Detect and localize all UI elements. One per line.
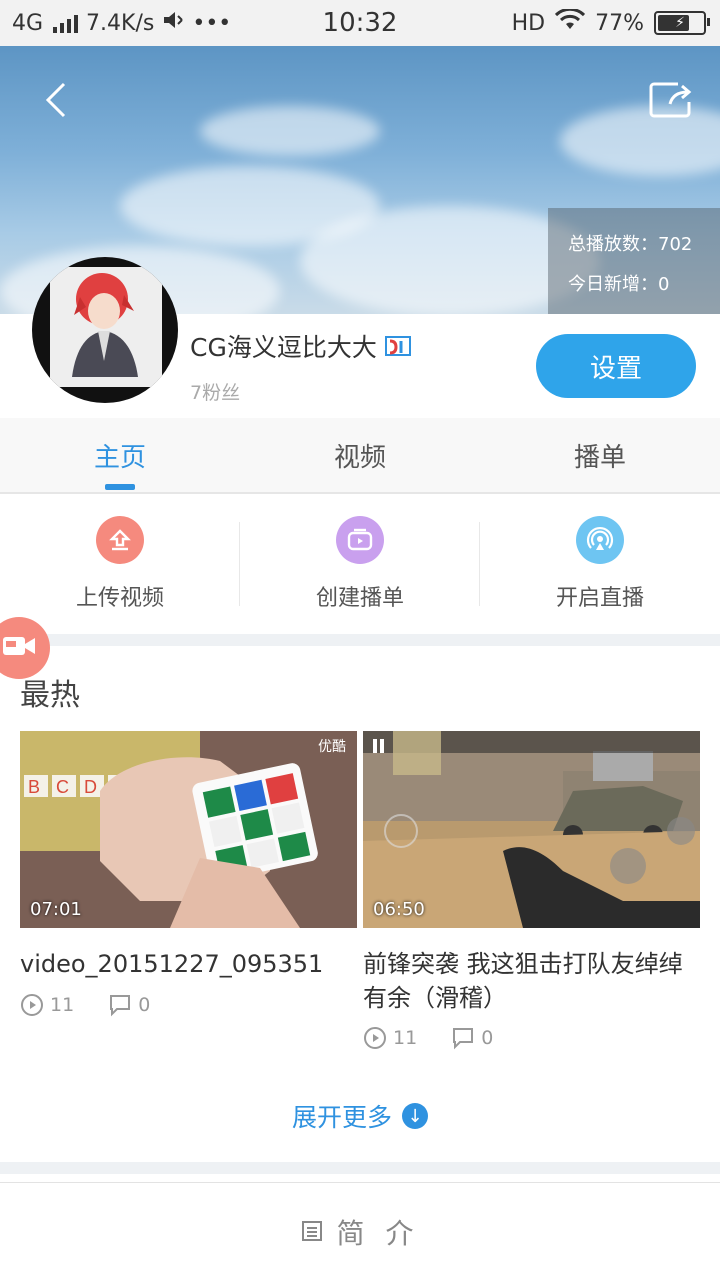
username-row: CG海义逗比大大 [190,328,411,364]
tab-playlists[interactable]: 播单 [480,418,720,492]
video-meta: 11 0 [20,993,150,1017]
svg-text:D: D [84,777,97,797]
video-duration: 06:50 [373,899,425,920]
battery-icon: ⚡ [654,11,710,35]
total-plays: 总播放数：702 [568,234,693,255]
comment-icon [453,1028,474,1050]
arrow-down-circle-icon: ↓ [402,1103,428,1129]
play-count: 11 [50,994,75,1016]
comment-count: 0 [138,994,151,1016]
action-label: 创建播单 [315,586,404,611]
avatar[interactable] [32,257,178,403]
svg-text:C: C [56,777,69,797]
playlist-icon [336,516,384,564]
tab-indicator [105,484,135,490]
upload-icon [96,516,144,564]
intro-label: 简 介 [336,1217,420,1250]
comment-count: 0 [481,1027,494,1049]
profile-tabs: 主页 视频 播单 [0,418,720,494]
expand-more-button[interactable]: 展开更多 ↓ [0,1098,720,1134]
section-separator [0,1162,720,1174]
hot-section-title: 最热 [20,678,80,713]
watermark: 优酷 [318,738,346,754]
video-thumbnail[interactable]: BCDE 优酷 07:01 [20,731,357,928]
upload-video-action[interactable]: 上传视频 [0,494,240,634]
video-camera-icon [0,631,39,665]
svg-text:B: B [28,777,40,797]
fans-count: 7粉丝 [190,382,241,404]
create-playlist-action[interactable]: 创建播单 [240,494,480,634]
start-live-action[interactable]: 开启直播 [480,494,720,634]
play-count-icon [364,1027,386,1049]
stats-panel: 总播放数：702 今日新增：0 [548,208,720,314]
hd-indicator: HD [511,10,546,36]
tab-videos[interactable]: 视频 [240,418,480,492]
battery-percent: 77% [595,10,644,36]
today-new: 今日新增：0 [568,274,670,295]
video-title[interactable]: 前锋突袭 我这狙击打队友绰绰有余（滑稽） [363,947,703,1015]
intro-section[interactable]: 简 介 [0,1182,720,1281]
share-icon[interactable] [648,80,694,120]
video-thumbnail[interactable]: 06:50 [363,731,700,928]
tab-home[interactable]: 主页 [0,418,240,492]
action-label: 开启直播 [555,586,644,611]
live-icon [576,516,624,564]
back-chevron-icon[interactable] [34,78,78,122]
settings-button[interactable]: 设置 [536,334,696,398]
section-separator [0,634,720,646]
expand-more-label: 展开更多 [291,1103,392,1132]
action-label: 上传视频 [75,586,164,611]
video-duration: 07:01 [30,899,82,920]
play-count-icon [21,994,43,1016]
video-title[interactable]: video_20151227_095351 [20,947,360,981]
quick-actions: 上传视频 创建播单 开启直播 [0,494,720,634]
status-bar: 4G 7.4K/s ••• 10:32 HD 77% ⚡ [0,0,720,46]
vip-badge-icon [384,334,411,358]
document-icon [301,1216,323,1249]
play-count: 11 [393,1027,418,1049]
wifi-icon [555,7,586,37]
comment-icon [110,995,131,1017]
video-meta: 11 0 [363,1026,493,1050]
username: CG海义逗比大大 [190,333,377,362]
